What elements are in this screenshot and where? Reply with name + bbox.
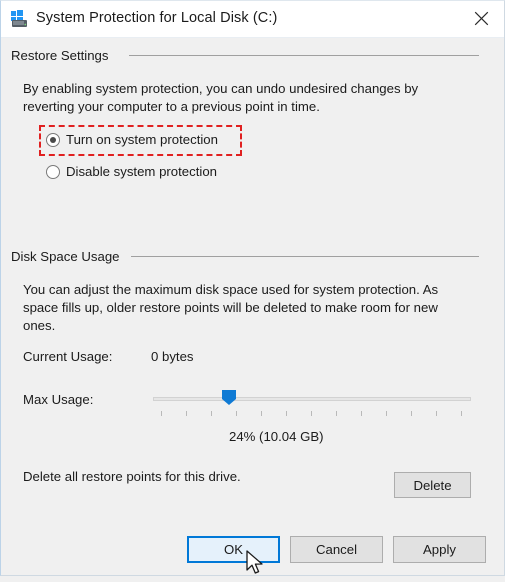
slider-track[interactable] — [153, 397, 471, 401]
radio-label-disable: Disable system protection — [66, 164, 217, 179]
restore-settings-header: Restore Settings — [11, 48, 109, 63]
radio-label-turn-on: Turn on system protection — [66, 132, 218, 147]
radio-indicator-off — [46, 164, 60, 179]
disk-space-usage-description: You can adjust the maximum disk space us… — [23, 282, 439, 333]
disk-space-usage-header: Disk Space Usage — [11, 249, 120, 264]
delete-restore-points-text: Delete all restore points for this drive… — [23, 469, 241, 484]
restore-settings-description: By enabling system protection, you can u… — [23, 81, 419, 114]
current-usage-label: Current Usage: — [23, 349, 113, 364]
apply-button[interactable]: Apply — [393, 536, 486, 563]
delete-button[interactable]: Delete — [394, 472, 471, 498]
slider-ticks — [153, 411, 471, 416]
close-icon[interactable] — [458, 1, 504, 36]
ok-button[interactable]: OK — [187, 536, 280, 563]
system-protection-dialog: System Protection for Local Disk (C:) Re… — [0, 0, 505, 576]
window-title: System Protection for Local Disk (C:) — [36, 10, 278, 26]
restore-settings-rule — [129, 55, 479, 56]
disk-space-usage-rule — [131, 256, 479, 257]
cancel-button[interactable]: Cancel — [290, 536, 383, 563]
radio-turn-on-system-protection[interactable]: Turn on system protection — [46, 132, 218, 147]
radio-indicator-on — [46, 132, 60, 147]
system-protection-drive-icon — [10, 10, 28, 28]
radio-disable-system-protection[interactable]: Disable system protection — [46, 164, 217, 179]
slider-thumb[interactable] — [221, 389, 237, 406]
max-usage-value-text: 24% (10.04 GB) — [229, 429, 324, 444]
current-usage-value: 0 bytes — [151, 349, 194, 364]
title-bar: System Protection for Local Disk (C:) — [1, 1, 504, 38]
max-usage-label: Max Usage: — [23, 392, 94, 407]
max-usage-slider[interactable] — [153, 390, 471, 419]
